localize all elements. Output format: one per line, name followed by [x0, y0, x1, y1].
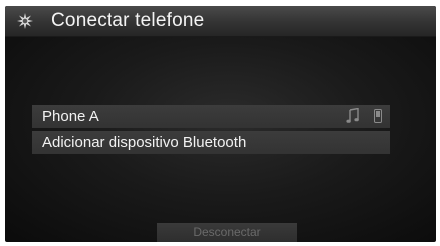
device-label: Phone A: [42, 108, 99, 125]
music-note-icon: [346, 107, 360, 124]
device-list: Phone A Adicionar dispositivo Bluetooth: [32, 105, 390, 157]
disconnect-button[interactable]: Desconectar: [157, 223, 297, 242]
page-title: Conectar telefone: [51, 10, 205, 31]
add-device-label: Adicionar dispositivo Bluetooth: [42, 134, 247, 151]
add-bluetooth-device-item[interactable]: Adicionar dispositivo Bluetooth: [32, 131, 390, 154]
phone-icon: [374, 109, 382, 123]
title-bar: Conectar telefone: [5, 6, 436, 37]
settings-gear-icon: [17, 13, 33, 29]
device-item-phone-a[interactable]: Phone A: [32, 105, 390, 128]
phone-connect-screen: Conectar telefone Phone A Adicionar disp…: [5, 6, 436, 242]
